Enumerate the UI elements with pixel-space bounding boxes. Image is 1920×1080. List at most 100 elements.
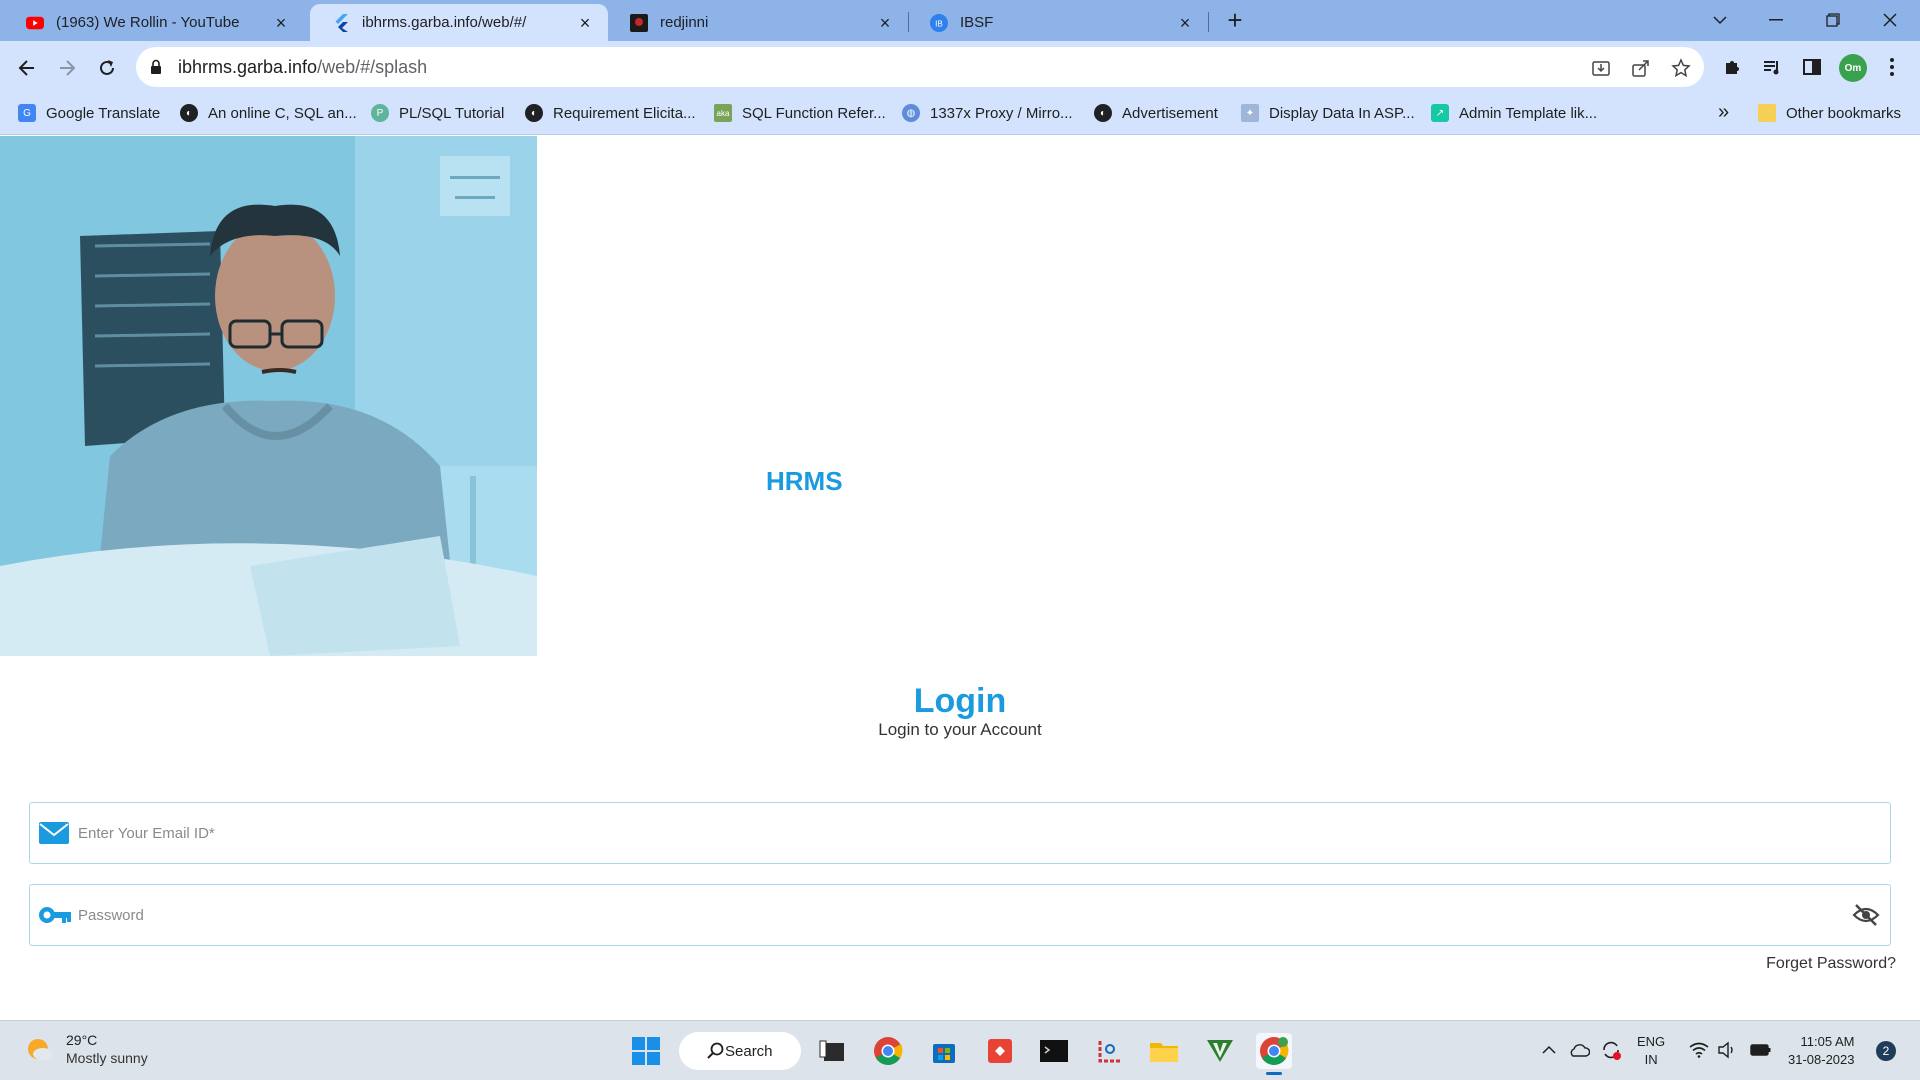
clock-date: 31-08-2023 [1788, 1052, 1855, 1067]
hero-image [0, 136, 537, 656]
battery-icon[interactable] [1750, 1039, 1772, 1061]
tab-title: IBSF [960, 14, 994, 31]
tab-separator [1208, 12, 1209, 32]
profile-avatar[interactable]: Om [1839, 54, 1867, 82]
search-label: Search [725, 1042, 773, 1060]
bookmark-advertisement[interactable]: ◐ Advertisement [1094, 102, 1218, 124]
browser-toolbar: ibhrms.garba.info/web/#/splash Om [0, 41, 1920, 93]
system-clock[interactable]: 11:05 AM 31-08-2023 [1788, 1033, 1855, 1069]
close-icon[interactable]: × [876, 14, 894, 32]
install-app-icon[interactable] [1590, 57, 1612, 79]
bookmark-plsql-tutorial[interactable]: P PL/SQL Tutorial [371, 102, 504, 124]
snipping-tool-icon[interactable] [1092, 1033, 1128, 1069]
chevron-up-icon[interactable] [1538, 1039, 1560, 1061]
bookmark-label: Google Translate [46, 104, 161, 122]
file-explorer-icon[interactable] [1146, 1033, 1182, 1069]
weather-condition: Mostly sunny [66, 1050, 148, 1066]
bookmark-admin-template[interactable]: ↗ Admin Template lik... [1431, 102, 1597, 124]
flutter-icon [332, 13, 350, 32]
vim-icon[interactable] [1202, 1033, 1238, 1069]
lock-icon[interactable] [150, 59, 162, 80]
chrome-icon[interactable] [870, 1033, 906, 1069]
bookmark-label: Other bookmarks [1786, 104, 1902, 122]
close-icon[interactable]: × [576, 14, 594, 32]
windows-taskbar: 29°C Mostly sunny Search ENG IN 11:05 AM… [0, 1020, 1920, 1080]
close-icon[interactable]: × [272, 14, 290, 32]
tab-search-button[interactable] [1700, 6, 1740, 34]
password-field[interactable] [29, 884, 1891, 946]
password-input[interactable] [78, 897, 1778, 933]
git-app-icon[interactable] [982, 1033, 1018, 1069]
tab-title: redjinni [660, 14, 709, 31]
bookmark-label: Requirement Elicita... [553, 104, 696, 122]
lang-bottom: IN [1644, 1052, 1658, 1067]
clock-time: 11:05 AM [1800, 1034, 1855, 1049]
login-subtitle: Login to your Account [878, 720, 1042, 739]
sync-icon[interactable] [1600, 1039, 1622, 1061]
forgot-password-link[interactable]: Forget Password? [1766, 955, 1896, 973]
restore-button[interactable] [1813, 6, 1853, 34]
login-title: Login [913, 682, 1007, 720]
visibility-off-icon[interactable] [1852, 903, 1880, 932]
bookmark-label: SQL Function Refer... [742, 104, 886, 122]
bookmark-display-data-asp[interactable]: ✦ Display Data In ASP... [1241, 102, 1415, 124]
menu-icon[interactable] [1880, 55, 1904, 79]
globe-icon: ◐ [1094, 104, 1112, 122]
minimize-button[interactable] [1756, 6, 1796, 34]
email-field[interactable] [29, 802, 1891, 864]
task-view-icon[interactable] [814, 1033, 850, 1069]
new-tab-button[interactable]: + [1222, 7, 1248, 34]
email-input[interactable] [78, 815, 1778, 851]
address-bar[interactable]: ibhrms.garba.info/web/#/splash [136, 47, 1704, 87]
wifi-icon[interactable] [1688, 1039, 1710, 1061]
tab-strip: (1963) We Rollin - YouTube × ibhrms.garb… [0, 0, 1920, 41]
bookmark-requirement-elicitation[interactable]: ◐ Requirement Elicita... [525, 102, 696, 124]
chrome-active-icon[interactable] [1256, 1033, 1292, 1075]
tab-youtube[interactable]: (1963) We Rollin - YouTube × [4, 4, 304, 41]
language-indicator[interactable]: ENG IN [1637, 1033, 1665, 1069]
bookmark-star-icon[interactable] [1670, 57, 1692, 79]
bookmark-1337x-proxy[interactable]: ◍ 1337x Proxy / Mirro... [902, 102, 1073, 124]
globe-icon: ◐ [180, 104, 198, 122]
microsoft-store-icon[interactable] [926, 1033, 962, 1069]
url-path: /web/#/splash [317, 57, 428, 77]
key-icon [38, 903, 72, 932]
taskbar-search[interactable]: Search [679, 1032, 801, 1070]
tab-hrms[interactable]: ibhrms.garba.info/web/#/ × [310, 4, 608, 41]
onedrive-icon[interactable] [1568, 1039, 1590, 1061]
globe-icon: ◍ [902, 104, 920, 122]
tab-title: (1963) We Rollin - YouTube [56, 14, 240, 31]
bookmark-label: Display Data In ASP... [1269, 104, 1415, 122]
reading-list-icon[interactable] [1760, 55, 1784, 79]
google-translate-icon: G [18, 104, 36, 122]
tab-ibsf[interactable]: IB IBSF × [908, 4, 1208, 41]
share-icon[interactable] [1630, 57, 1652, 79]
ibsf-icon: IB [930, 13, 948, 32]
close-window-button[interactable] [1870, 6, 1910, 34]
notification-badge[interactable]: 2 [1876, 1041, 1896, 1061]
url-host: ibhrms.garba.info [178, 57, 318, 77]
other-bookmarks[interactable]: Other bookmarks [1758, 102, 1901, 124]
redjinni-icon [630, 13, 648, 32]
close-icon[interactable]: × [1176, 14, 1194, 32]
side-panel-icon[interactable] [1800, 55, 1824, 79]
forward-button[interactable] [52, 53, 82, 83]
bookmarks-overflow-button[interactable]: » [1718, 101, 1729, 124]
weather-widget[interactable]: 29°C Mostly sunny [26, 1031, 148, 1067]
tab-redjinni[interactable]: redjinni × [608, 4, 908, 41]
terminal-icon[interactable] [1036, 1033, 1072, 1069]
bookmark-google-translate[interactable]: G Google Translate [18, 102, 160, 124]
start-button[interactable] [628, 1033, 664, 1069]
puzzle-icon: ✦ [1241, 104, 1259, 122]
bookmark-online-c-sql[interactable]: ◐ An online C, SQL an... [180, 102, 357, 124]
chart-icon: ↗ [1431, 104, 1449, 122]
search-icon [707, 1042, 724, 1059]
extensions-icon[interactable] [1720, 55, 1744, 79]
reload-button[interactable] [92, 53, 122, 83]
bookmarks-bar: G Google Translate ◐ An online C, SQL an… [0, 93, 1920, 135]
volume-icon[interactable] [1716, 1039, 1738, 1061]
bookmark-label: Admin Template lik... [1459, 104, 1598, 122]
back-button[interactable] [12, 53, 42, 83]
bookmark-label: Advertisement [1122, 104, 1218, 122]
bookmark-sql-function-reference[interactable]: aka SQL Function Refer... [714, 102, 886, 124]
